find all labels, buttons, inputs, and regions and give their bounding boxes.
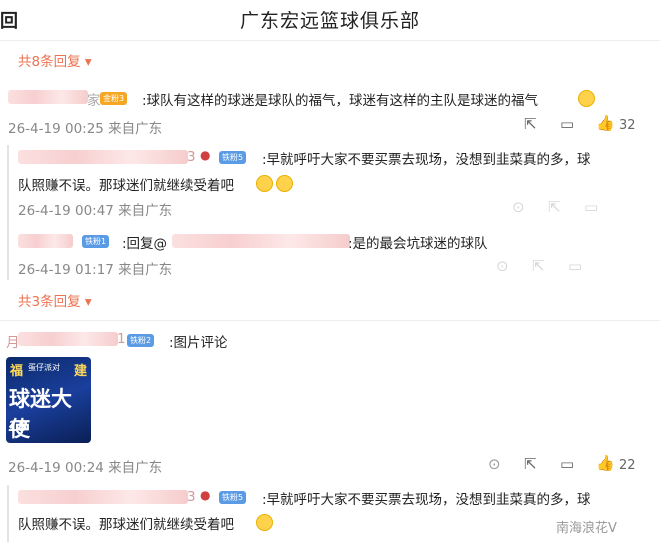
image-text-top2: 建 bbox=[74, 364, 88, 379]
expand-replies-link[interactable]: 共3条回复 ▾ bbox=[18, 290, 92, 310]
page-title: 广东宏远篮球俱乐部 bbox=[239, 10, 420, 32]
comment-text: :图片评论 bbox=[169, 335, 228, 351]
emoji-icon bbox=[578, 90, 595, 107]
report-icon[interactable]: ⊙ bbox=[496, 257, 509, 275]
brand-logo: 蛋仔派对 bbox=[28, 363, 60, 372]
comment-divider bbox=[0, 320, 660, 321]
vip-icon: ● bbox=[200, 488, 211, 502]
report-icon[interactable]: ⊙ bbox=[488, 455, 501, 473]
reply-text-line1: :早就呼吁大家不要买票去现场，没想到韭菜真的多，球 bbox=[262, 492, 591, 508]
expand-replies-link[interactable]: 共8条回复 ▾ bbox=[18, 50, 92, 70]
reply-to-label: :回复@ bbox=[122, 236, 168, 252]
reply-username-tail[interactable]: 3 bbox=[187, 489, 196, 505]
reply-username-redacted[interactable] bbox=[18, 234, 73, 248]
comment-icon[interactable]: ▭ bbox=[560, 115, 574, 133]
fan-badge: 铁粉5 bbox=[219, 151, 247, 164]
reply-text-line1: :早就呼吁大家不要买票去现场，没想到韭菜真的多，球 bbox=[262, 152, 591, 168]
fan-badge: 铁粉1 bbox=[82, 235, 110, 248]
reply-target-redacted[interactable] bbox=[172, 234, 350, 248]
username-redacted[interactable] bbox=[18, 332, 118, 346]
fan-badge: 铁粉5 bbox=[219, 491, 247, 504]
vip-icon: ● bbox=[200, 148, 211, 162]
reply-thread-line bbox=[7, 145, 9, 280]
reply-username-redacted[interactable] bbox=[18, 150, 188, 164]
reply-text: :是的最会坑球迷的球队 bbox=[348, 236, 488, 252]
reply-thread-line bbox=[7, 485, 9, 542]
reply-count-label: 共3条回复 bbox=[18, 294, 81, 310]
username-tail[interactable]: 1 bbox=[117, 331, 126, 347]
reply-count-label: 共8条回复 bbox=[18, 54, 81, 70]
username-tail[interactable]: 家 bbox=[87, 89, 101, 109]
like-count: 22 bbox=[619, 458, 636, 473]
reply-text-line2: 队照赚不误。那球迷们就继续受着吧 bbox=[18, 178, 234, 194]
share-icon[interactable]: ⇱ bbox=[548, 198, 561, 216]
like-count: 32 bbox=[619, 118, 636, 133]
reply-username-tail[interactable]: 3 bbox=[187, 149, 196, 165]
comment-icon[interactable]: ▭ bbox=[568, 257, 582, 275]
fan-badge: 铁粉2 bbox=[127, 334, 155, 347]
comment-meta: 26-4-19 00:24 来自广东 bbox=[8, 460, 163, 476]
comment-image[interactable]: 福 蛋仔派对 建 球迷大使 18 bbox=[6, 357, 91, 443]
username-redacted[interactable] bbox=[8, 90, 88, 104]
watermark: 南海浪花V bbox=[556, 521, 617, 536]
reply-meta: 26-4-19 01:17 来自广东 bbox=[18, 262, 173, 278]
smile-emoji-icon bbox=[256, 175, 273, 192]
reply-prefix: :回复@ bbox=[122, 232, 167, 252]
share-icon[interactable]: ⇱ bbox=[524, 455, 537, 473]
like-icon[interactable]: 👍 bbox=[596, 454, 615, 472]
image-text-top: 福 bbox=[10, 364, 24, 379]
like-icon[interactable]: 👍 bbox=[596, 114, 615, 132]
comment-icon[interactable]: ▭ bbox=[560, 455, 574, 473]
top-bar: 回 广东宏远篮球俱乐部 bbox=[0, 0, 660, 41]
comment-text: :球队有这样的球迷是球队的福气，球迷有这样的主队是球迷的福气 bbox=[142, 93, 539, 109]
share-icon[interactable]: ⇱ bbox=[524, 115, 537, 133]
reply-text-line2: 队照赚不误。那球迷们就继续受着吧 bbox=[18, 517, 234, 533]
emoji-icon bbox=[256, 514, 273, 531]
image-text-num: 18 bbox=[8, 419, 28, 435]
comment-icon[interactable]: ▭ bbox=[584, 198, 598, 216]
reply-meta: 26-4-19 00:47 来自广东 bbox=[18, 203, 173, 219]
smile-emoji-icon bbox=[276, 175, 293, 192]
comment-meta: 26-4-19 00:25 来自广东 bbox=[8, 121, 163, 137]
report-icon[interactable]: ⊙ bbox=[512, 198, 525, 216]
share-icon[interactable]: ⇱ bbox=[532, 257, 545, 275]
reply-username-redacted[interactable] bbox=[18, 490, 188, 504]
fan-badge: 金粉3 bbox=[100, 92, 128, 105]
